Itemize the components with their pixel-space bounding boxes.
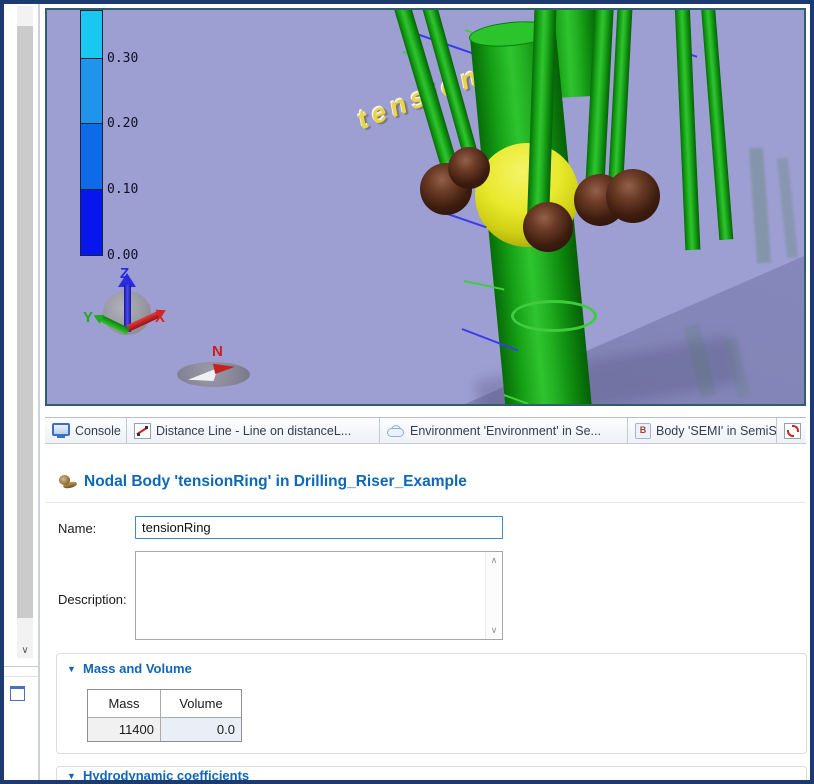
scrollbar-thumb[interactable] [17,26,33,618]
tensioner-cylinder [675,8,701,250]
tab-environment[interactable]: Environment 'Environment' in Se... [380,418,628,443]
x-axis-label: X [155,309,165,326]
axis-triad: Z X Y [77,265,187,357]
left-panel-rail: ∨ [4,4,40,780]
name-input[interactable] [135,516,503,539]
3d-viewport[interactable]: tensionRing 0.30 0.20 [45,8,806,406]
cloud-icon [387,425,405,437]
colorbar-tick-label: 0.00 [107,248,138,263]
description-textarea[interactable]: ∧ ∨ [135,551,503,640]
table-header-mass: Mass [88,690,161,718]
tab-distance-line[interactable]: Distance Line - Line on distanceL... [127,418,380,443]
y-axis-label: Y [83,309,93,326]
distance-line-chart-icon [134,423,151,439]
description-scrollbar[interactable]: ∧ ∨ [485,552,502,639]
colorbar-tick-label: 0.30 [107,51,138,66]
colorbar-segment [80,10,103,59]
tab-label: Environment 'Environment' in Se... [410,424,601,438]
colorbar-segment [80,190,103,256]
colorbar-segment [80,59,103,124]
tab-label: Body 'SEMI' in SemiSub [656,424,777,438]
title-divider [46,502,806,503]
table-cell-mass[interactable]: 11400 [88,718,161,741]
editor-title: Nodal Body 'tensionRing' in Drilling_Ris… [84,473,467,491]
color-scale-bar [80,10,103,256]
connector-sphere [606,169,660,223]
connector-sphere [448,147,490,189]
tab-label: Distance Line - Line on distanceL... [156,424,351,438]
ghost-cylinder [749,148,771,264]
table-cell-volume[interactable]: 0.0 [161,718,241,741]
colorbar-segment [80,124,103,190]
tensioner-cylinder [701,8,734,240]
tab-nodal-body-partial[interactable] [777,418,806,443]
scroll-up-arrow-icon[interactable]: ∧ [486,555,502,566]
description-label: Description: [58,592,127,607]
collapse-triangle-icon[interactable]: ▼ [67,664,76,674]
table-header-volume: Volume [161,690,241,718]
north-compass: N [172,343,262,395]
compass-north-label: N [212,343,223,360]
panel-divider [4,676,38,677]
mass-volume-table: Mass Volume 11400 0.0 [87,689,242,742]
tab-console[interactable]: Console [45,418,127,443]
ghost-cylinder [777,158,798,259]
console-icon [52,423,70,438]
connector-sphere [523,202,573,252]
colorbar-tick-label: 0.10 [107,182,138,197]
nodal-body-icon [58,474,78,490]
application-window: ∨ tensionRing [0,0,814,784]
collapse-triangle-icon[interactable]: ▼ [67,771,76,781]
mass-volume-section-title[interactable]: Mass and Volume [83,661,192,676]
restore-window-icon[interactable] [10,686,25,701]
tab-label: Console [75,424,121,438]
z-axis-label: Z [120,265,129,282]
plot-curve-icon [784,423,801,439]
scrollbar-down-arrow-icon[interactable]: ∨ [17,644,33,658]
vertical-scrollbar[interactable] [17,6,33,658]
body-icon: B [635,423,651,439]
tab-body-semi[interactable]: B Body 'SEMI' in SemiSub [628,418,777,443]
panel-divider [4,666,38,667]
riser-joint-ring [511,300,597,332]
scroll-down-arrow-icon[interactable]: ∨ [486,625,502,636]
editor-tab-bar: Console Distance Line - Line on distance… [45,417,806,444]
colorbar-tick-label: 0.20 [107,116,138,131]
hydrodynamic-section-title[interactable]: Hydrodynamic coefficients [83,768,249,783]
name-label: Name: [58,521,96,536]
